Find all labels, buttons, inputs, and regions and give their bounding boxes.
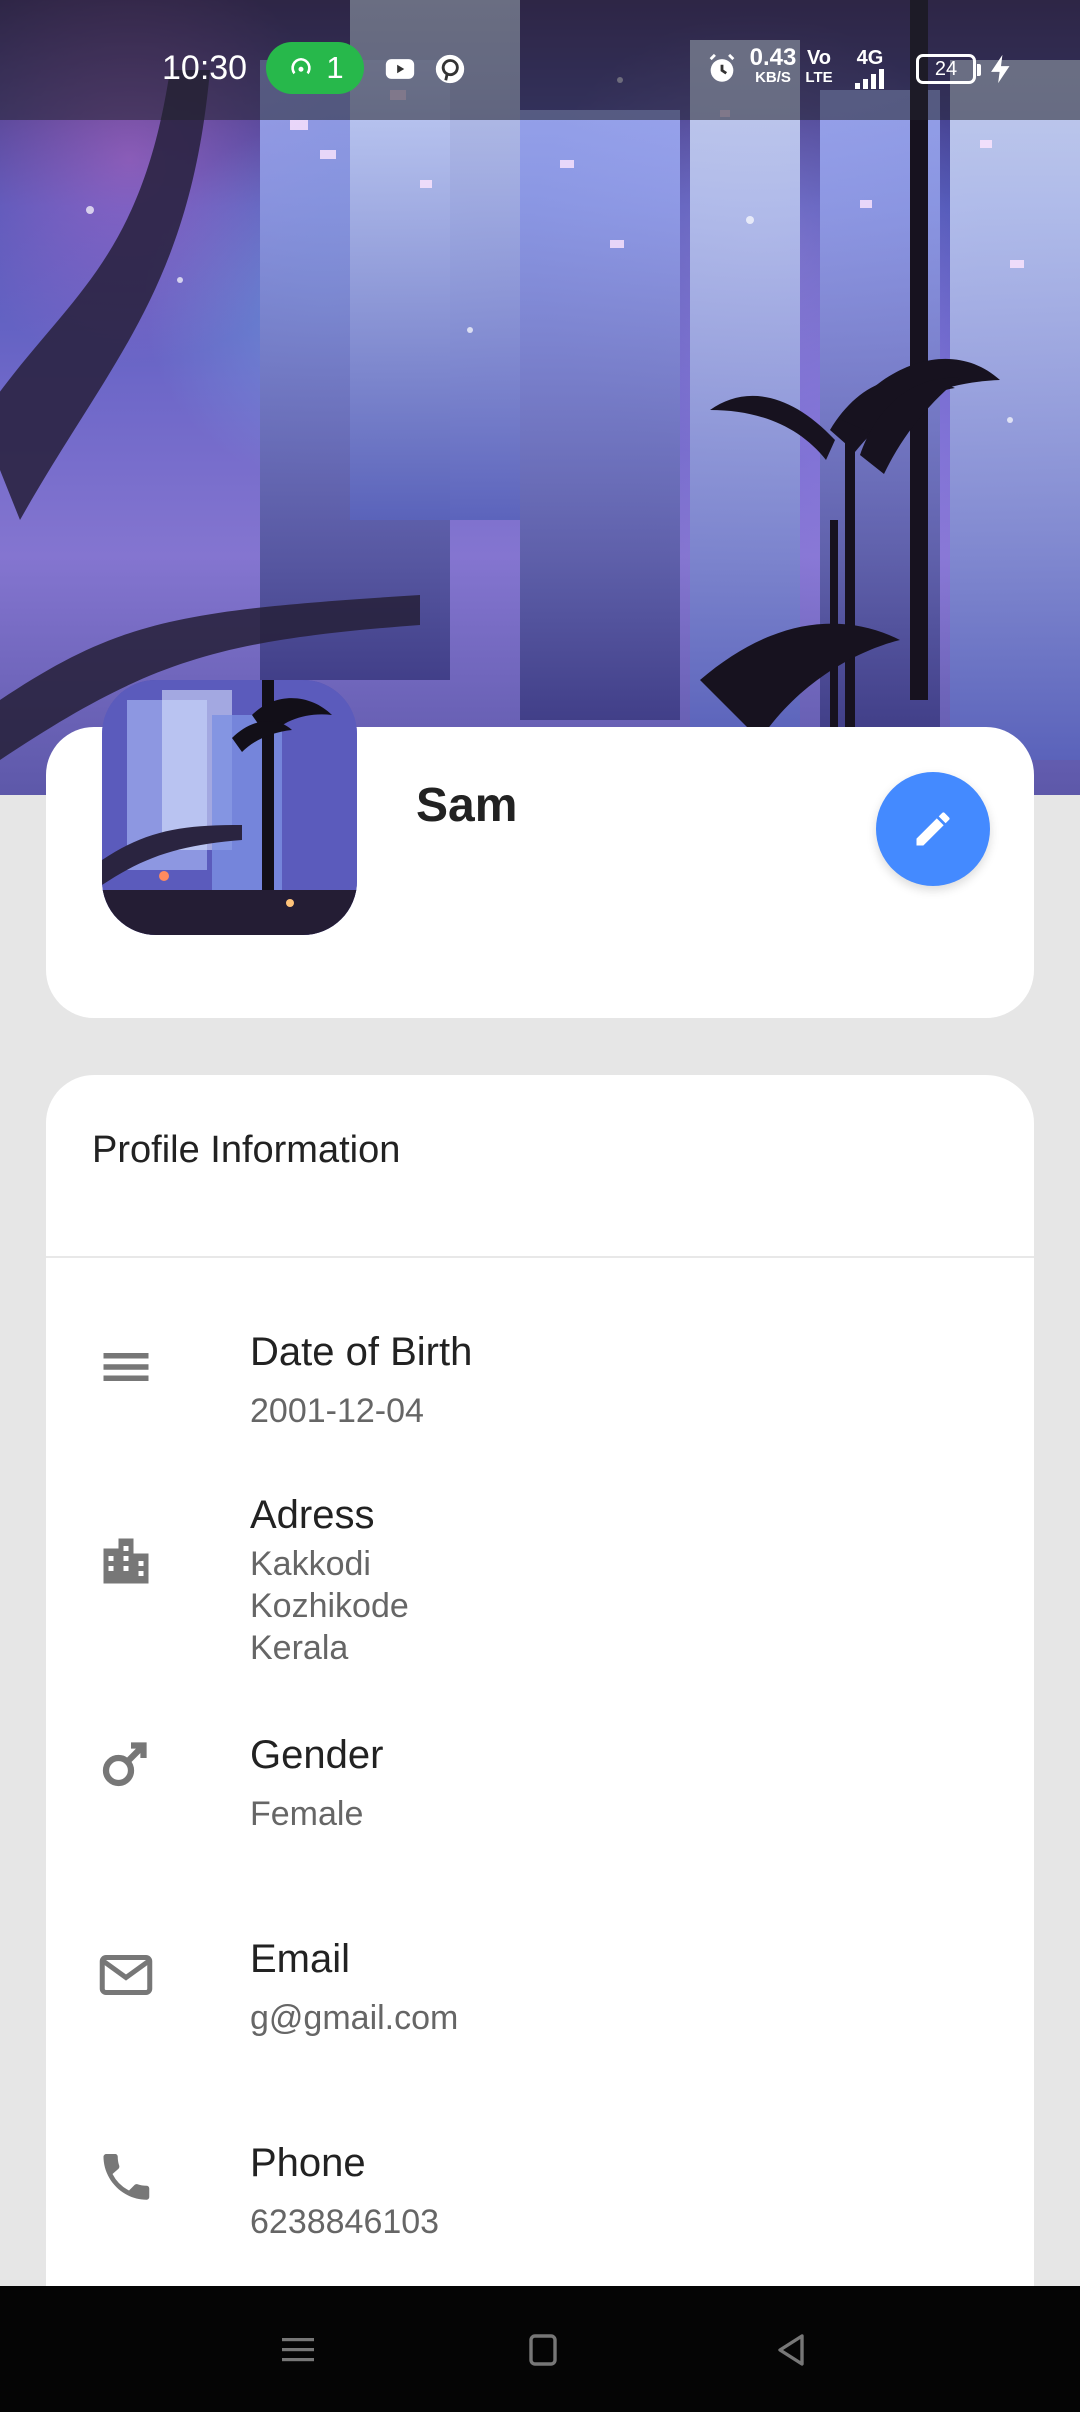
date-of-birth-value: 2001-12-04 [250, 1392, 424, 1430]
gender-value: Female [250, 1795, 364, 1833]
alarm-icon [709, 53, 735, 82]
section-divider [46, 1256, 1034, 1258]
pinterest-icon [435, 54, 465, 84]
battery-indicator: 24 [916, 54, 981, 84]
date-of-birth-label: Date of Birth [250, 1330, 473, 1374]
hotspot-icon [291, 58, 312, 75]
phone-icon [103, 2154, 150, 2200]
info-row-email[interactable]: Email g@gmail.com [46, 1937, 1034, 2057]
menu-lines-icon [103, 1353, 149, 1381]
system-navigation-bar [0, 2286, 1080, 2412]
profile-information-card: Profile Information Date of Birth 2001-1… [46, 1075, 1034, 2365]
info-row-date-of-birth[interactable]: Date of Birth 2001-12-04 [46, 1330, 1034, 1450]
gender-label: Gender [250, 1733, 384, 1777]
back-triangle-icon[interactable] [766, 2326, 814, 2374]
phone-label: Phone [250, 2141, 366, 2185]
male-symbol-icon [102, 1742, 147, 1787]
email-value: g@gmail.com [250, 1999, 459, 2037]
profile-screen: 10:30 1 0.43 KB/S Vo LTE 4G 24 Sam Profi… [0, 0, 1080, 2412]
pencil-icon [916, 812, 950, 846]
phone-value: 6238846103 [250, 2203, 440, 2241]
network-type: 4G [850, 48, 890, 94]
address-line-2: Kozhikode [250, 1587, 409, 1625]
charging-icon [991, 54, 1010, 84]
youtube-icon [385, 59, 415, 79]
status-bar: 10:30 1 0.43 KB/S Vo LTE 4G 24 [0, 0, 1080, 120]
edit-profile-button[interactable] [876, 772, 990, 886]
building-icon [103, 1538, 149, 1584]
hotspot-badge: 1 [266, 42, 364, 94]
signal-icon [855, 69, 884, 89]
status-time: 10:30 [162, 49, 248, 87]
network-speed: 0.43 KB/S [749, 44, 797, 87]
menu-icon[interactable] [274, 2326, 322, 2374]
info-row-phone[interactable]: Phone 6238846103 [46, 2141, 1034, 2261]
mail-icon [99, 1955, 153, 1995]
profile-name: Sam [416, 779, 518, 832]
address-line-1: Kakkodi [250, 1545, 371, 1583]
volte-indicator: Vo LTE [805, 47, 833, 86]
hotspot-count: 1 [326, 50, 344, 85]
info-row-gender[interactable]: Gender Female [46, 1733, 1034, 1853]
address-line-3: Kerala [250, 1629, 349, 1667]
address-value: Kakkodi Kozhikode Kerala [250, 1543, 409, 1669]
avatar[interactable] [102, 680, 357, 935]
section-title: Profile Information [92, 1129, 401, 1171]
avatar-image [102, 680, 357, 935]
address-label: Adress [250, 1493, 375, 1537]
square-icon[interactable] [519, 2326, 567, 2374]
email-label: Email [250, 1937, 351, 1981]
info-row-address[interactable]: Adress Kakkodi Kozhikode Kerala [46, 1493, 1034, 1673]
